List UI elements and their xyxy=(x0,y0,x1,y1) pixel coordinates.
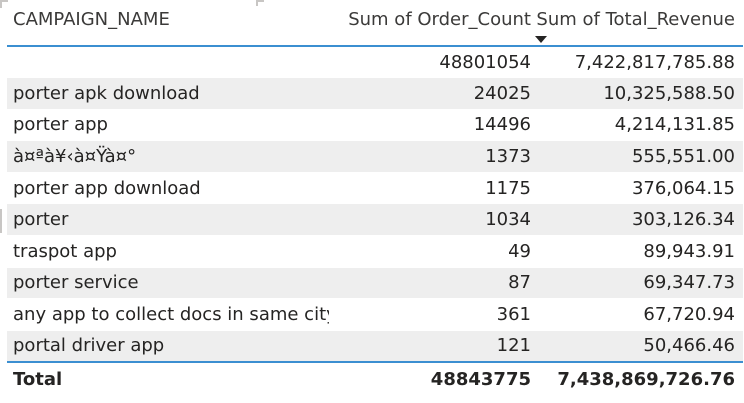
total-revenue-cell: 7,422,817,785.88 xyxy=(531,46,743,79)
column-header-total-revenue[interactable]: Sum of Total_Revenue xyxy=(531,0,743,47)
total-label: Total xyxy=(7,360,329,396)
total-revenue-cell: 69,347.73 xyxy=(531,267,743,300)
total-revenue-cell: 89,943.91 xyxy=(531,235,743,268)
total-revenue: 7,438,869,726.76 xyxy=(531,360,743,396)
table-row[interactable]: portal driver app 121 50,466.46 xyxy=(7,330,743,363)
total-revenue-cell: 555,551.00 xyxy=(531,140,743,173)
total-revenue-cell: 4,214,131.85 xyxy=(531,109,743,142)
table-row[interactable]: 48801054 7,422,817,785.88 xyxy=(7,46,743,79)
table-row[interactable]: à¤ªà¥‹à¤Ÿà¤° 1373 555,551.00 xyxy=(7,140,743,173)
campaign-name-cell: porter app download xyxy=(7,172,329,205)
sort-descending-icon xyxy=(535,36,547,43)
total-revenue-cell: 303,126.34 xyxy=(531,203,743,237)
order-count-cell: 48801054 xyxy=(329,46,531,79)
campaign-name-cell: porter app xyxy=(7,109,329,142)
visual-corner-marker xyxy=(0,0,2,8)
campaign-name-cell: porter service xyxy=(7,267,329,300)
order-count-cell: 1034 xyxy=(329,203,531,237)
order-count-cell: 1175 xyxy=(329,172,531,205)
campaign-name-cell: à¤ªà¥‹à¤Ÿà¤° xyxy=(7,140,329,173)
order-count-cell: 87 xyxy=(329,267,531,300)
total-revenue-cell: 376,064.15 xyxy=(531,172,743,205)
table-row[interactable]: porter 1034 303,126.34 xyxy=(7,203,743,237)
table-row[interactable]: porter app download 1175 376,064.15 xyxy=(7,172,743,205)
column-header-total-revenue-label: Sum of Total_Revenue xyxy=(536,9,735,30)
order-count-cell: 361 xyxy=(329,298,531,331)
total-row: Total 48843775 7,438,869,726.76 xyxy=(7,360,743,396)
total-revenue-cell: 67,720.94 xyxy=(531,298,743,331)
table-row[interactable]: traspot app 49 89,943.91 xyxy=(7,235,743,268)
campaign-table: CAMPAIGN_NAME Sum of Order_Count Sum of … xyxy=(7,0,743,396)
table-row[interactable]: any app to collect docs in same city 361 6… xyxy=(7,298,743,331)
table-row[interactable]: porter apk download 24025 10,325,588.50 xyxy=(7,77,743,110)
column-header-order-count[interactable]: Sum of Order_Count xyxy=(329,0,531,47)
table-visual: CAMPAIGN_NAME Sum of Order_Count Sum of … xyxy=(0,0,744,403)
table-row[interactable]: porter app 14496 4,214,131.85 xyxy=(7,109,743,142)
row-selection-marker xyxy=(0,209,2,233)
total-revenue-cell: 50,466.46 xyxy=(531,330,743,363)
header-row: CAMPAIGN_NAME Sum of Order_Count Sum of … xyxy=(7,0,743,47)
table-row[interactable]: porter service 87 69,347.73 xyxy=(7,267,743,300)
order-count-cell: 1373 xyxy=(329,140,531,173)
total-revenue-cell: 10,325,588.50 xyxy=(531,77,743,110)
campaign-name-cell: porter xyxy=(7,203,329,237)
campaign-name-cell: any app to collect docs in same city xyxy=(7,298,329,331)
table-body: 48801054 7,422,817,785.88 porter apk downl… xyxy=(7,46,743,363)
column-header-campaign-name[interactable]: CAMPAIGN_NAME xyxy=(7,0,329,47)
order-count-cell: 14496 xyxy=(329,109,531,142)
order-count-cell: 121 xyxy=(329,330,531,363)
campaign-name-cell: porter apk download xyxy=(7,77,329,110)
campaign-name-cell xyxy=(7,46,329,79)
campaign-name-cell: traspot app xyxy=(7,235,329,268)
order-count-cell: 49 xyxy=(329,235,531,268)
order-count-cell: 24025 xyxy=(329,77,531,110)
total-order-count: 48843775 xyxy=(329,360,531,396)
campaign-name-cell: portal driver app xyxy=(7,330,329,363)
